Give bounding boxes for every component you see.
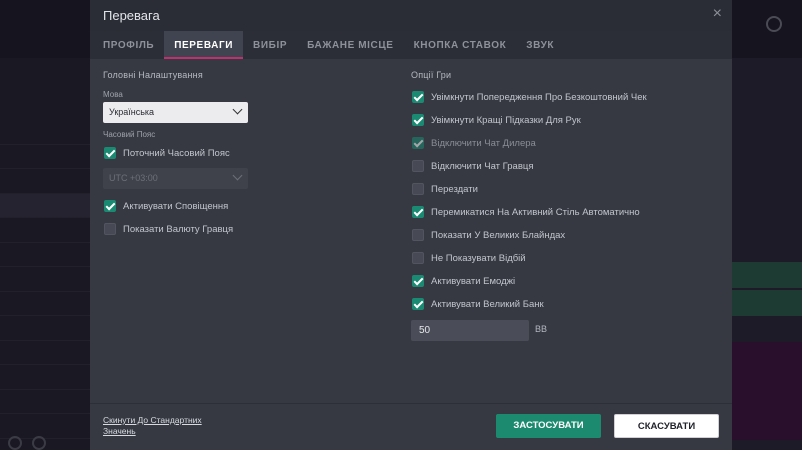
game-option-checkbox[interactable] bbox=[412, 183, 424, 195]
tab-bar: ПРОФІЛЬ ПЕРЕВАГИ ВИБІР БАЖАНЕ МІСЦЕ КНОПКА С… bbox=[90, 31, 732, 59]
game-option-checkbox[interactable] bbox=[412, 160, 424, 172]
game-option-label: Перездати bbox=[431, 183, 478, 195]
tab-3[interactable]: БАЖАНЕ МІСЦЕ bbox=[297, 31, 403, 59]
background-list bbox=[0, 120, 90, 439]
tab-1[interactable]: ПЕРЕВАГИ bbox=[164, 31, 244, 59]
notifications-option[interactable]: Активувати Сповіщення bbox=[104, 199, 228, 213]
notifications-checkbox[interactable] bbox=[104, 200, 116, 212]
background-list-item bbox=[0, 218, 90, 243]
game-option-label: Відключити Чат Гравця bbox=[431, 160, 534, 172]
game-option-checkbox[interactable] bbox=[412, 298, 424, 310]
game-option-label: Не Показувати Відбій bbox=[431, 252, 526, 264]
game-option-label: Увімкнути Попередження Про Безкоштовний … bbox=[431, 91, 647, 103]
background-list-item bbox=[0, 414, 90, 439]
current-timezone-option[interactable]: Поточний Часовий Пояс bbox=[104, 146, 230, 160]
background-list-item bbox=[0, 365, 90, 390]
game-option-label: Увімкнути Кращі Підказки Для Рук bbox=[431, 114, 581, 126]
background-avatar-icon bbox=[766, 16, 782, 32]
big-pot-input[interactable]: 50 bbox=[411, 320, 529, 341]
background-round-icon bbox=[8, 436, 22, 450]
footer-divider bbox=[90, 403, 732, 404]
game-option-3[interactable]: Відключити Чат Гравця bbox=[412, 159, 533, 173]
close-icon[interactable]: × bbox=[713, 5, 722, 23]
player-currency-label: Показати Валюту Гравця bbox=[123, 223, 234, 235]
big-pot-unit: BB bbox=[535, 324, 548, 334]
game-options-title: Опції Гри bbox=[411, 70, 452, 80]
notifications-label: Активувати Сповіщення bbox=[123, 200, 229, 212]
tab-0[interactable]: ПРОФІЛЬ bbox=[93, 31, 164, 59]
background-list-item bbox=[0, 341, 90, 365]
chevron-down-icon bbox=[232, 104, 243, 115]
game-option-0[interactable]: Увімкнути Попередження Про Безкоштовний … bbox=[412, 90, 647, 104]
preferences-modal: Перевага × ПРОФІЛЬ ПЕРЕВАГИ ВИБІР БАЖАНЕ МІ… bbox=[90, 0, 732, 450]
reset-defaults-link[interactable]: Скинути До Стандартних Значень bbox=[103, 415, 213, 437]
language-select[interactable]: Українська bbox=[103, 102, 248, 123]
timezone-select-value: UTC +03:00 bbox=[109, 173, 158, 183]
game-option-9[interactable]: Активувати Великий Банк bbox=[412, 297, 544, 311]
game-option-checkbox[interactable] bbox=[412, 114, 424, 126]
background-join-button bbox=[732, 262, 802, 288]
chevron-down-icon bbox=[232, 170, 243, 181]
game-option-5[interactable]: Перемикатися На Активний Стіль Автоматич… bbox=[412, 205, 640, 219]
game-option-label: Активувати Великий Банк bbox=[431, 298, 544, 310]
background-promo-banner bbox=[732, 342, 802, 440]
game-option-checkbox[interactable] bbox=[412, 252, 424, 264]
timezone-label: Часовий Пояс bbox=[103, 130, 156, 139]
background-list-item bbox=[0, 267, 90, 292]
game-option-checkbox[interactable] bbox=[412, 137, 424, 149]
tab-2[interactable]: ВИБІР bbox=[243, 31, 297, 59]
player-currency-checkbox[interactable] bbox=[104, 223, 116, 235]
background-list-item bbox=[0, 390, 90, 414]
game-option-4[interactable]: Перездати bbox=[412, 182, 478, 196]
game-option-2[interactable]: Відключити Чат Дилера bbox=[412, 136, 536, 150]
background-list-item bbox=[0, 145, 90, 169]
language-label: Мова bbox=[103, 90, 123, 99]
general-settings-title: Головні Налаштування bbox=[103, 70, 203, 80]
game-option-1[interactable]: Увімкнути Кращі Підказки Для Рук bbox=[412, 113, 581, 127]
game-option-label: Активувати Емоджі bbox=[431, 275, 516, 287]
game-option-6[interactable]: Показати У Великих Блайндах bbox=[412, 228, 565, 242]
current-timezone-checkbox[interactable] bbox=[104, 147, 116, 159]
language-select-value: Українська bbox=[109, 107, 155, 117]
background-list-item bbox=[0, 243, 90, 267]
background-bottom-icons bbox=[8, 436, 46, 450]
current-timezone-label: Поточний Часовий Пояс bbox=[123, 147, 230, 159]
game-option-7[interactable]: Не Показувати Відбій bbox=[412, 251, 526, 265]
preferences-content: Головні Налаштування Мова Українська Час… bbox=[90, 59, 732, 403]
apply-button[interactable]: ЗАСТОСУВАТИ bbox=[496, 414, 601, 438]
player-currency-option[interactable]: Показати Валюту Гравця bbox=[104, 222, 233, 236]
background-list-item bbox=[0, 120, 90, 145]
background-list-item bbox=[0, 169, 90, 194]
timezone-select: UTC +03:00 bbox=[103, 168, 248, 189]
game-option-8[interactable]: Активувати Емоджі bbox=[412, 274, 515, 288]
background-list-item bbox=[0, 292, 90, 316]
cancel-button[interactable]: СКАСУВАТИ bbox=[614, 414, 719, 438]
tab-5[interactable]: ЗВУК bbox=[516, 31, 564, 59]
game-option-label: Відключити Чат Дилера bbox=[431, 137, 536, 149]
tab-4[interactable]: КНОПКА СТАВОК bbox=[404, 31, 517, 59]
modal-header: Перевага × bbox=[90, 0, 732, 31]
game-option-label: Перемикатися На Активний Стіль Автоматич… bbox=[431, 206, 640, 218]
modal-title: Перевага bbox=[103, 8, 160, 23]
background-list-item bbox=[0, 193, 90, 218]
game-option-label: Показати У Великих Блайндах bbox=[431, 229, 566, 241]
game-option-checkbox[interactable] bbox=[412, 275, 424, 287]
background-round-icon bbox=[32, 436, 46, 450]
game-option-checkbox[interactable] bbox=[412, 91, 424, 103]
game-option-checkbox[interactable] bbox=[412, 206, 424, 218]
background-join-button bbox=[732, 290, 802, 316]
game-option-checkbox[interactable] bbox=[412, 229, 424, 241]
background-list-item bbox=[0, 316, 90, 341]
